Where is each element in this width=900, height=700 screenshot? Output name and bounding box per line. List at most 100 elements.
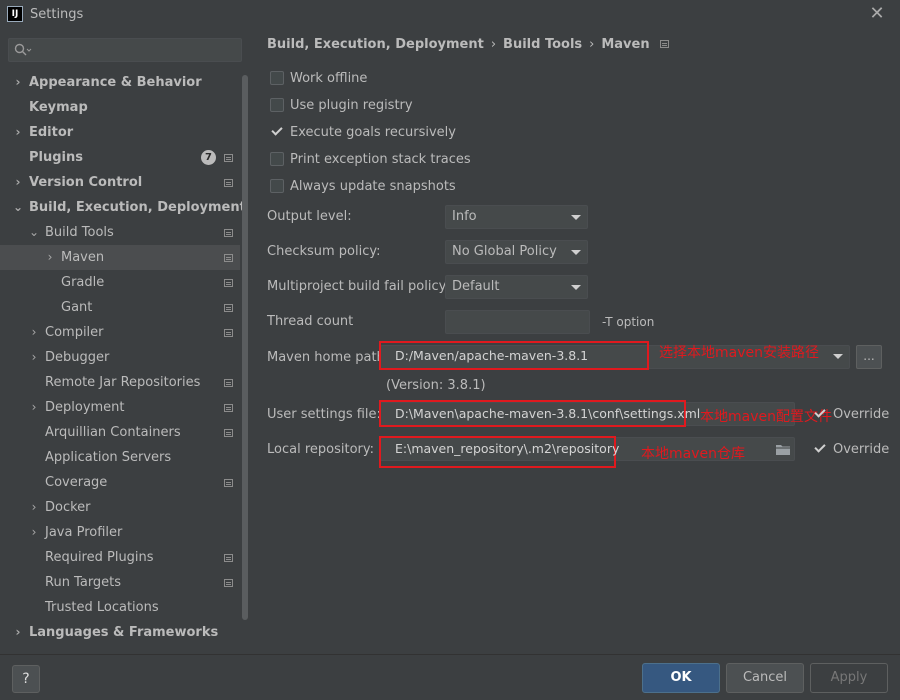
- chevron-right-icon: ›: [31, 350, 37, 364]
- chevron-right-icon: ›: [31, 400, 37, 414]
- chevron-right-icon: ›: [31, 500, 37, 514]
- sidebar-item-required-plugins[interactable]: Required Plugins: [0, 545, 240, 570]
- chevron-down-icon: [571, 215, 581, 220]
- annotation-local-repo: 本地maven仓库: [641, 446, 745, 462]
- user-settings-label: User settings file:: [267, 407, 381, 422]
- local-repo-override-checkbox[interactable]: [813, 442, 827, 456]
- sidebar-item-languages-frameworks[interactable]: › Languages & Frameworks: [0, 620, 240, 645]
- sidebar-item-trusted-locations[interactable]: Trusted Locations: [0, 595, 240, 620]
- chevron-down-icon: ⌄: [12, 200, 24, 214]
- output-level-label: Output level:: [267, 209, 352, 224]
- project-config-icon: [224, 254, 233, 262]
- sidebar-item-coverage[interactable]: Coverage: [0, 470, 240, 495]
- sidebar-item-editor[interactable]: › Editor: [0, 120, 240, 145]
- sidebar-item-deployment[interactable]: › Deployment: [0, 395, 240, 420]
- maven-home-dropdown[interactable]: [826, 345, 850, 369]
- sidebar-item-docker[interactable]: › Docker: [0, 495, 240, 520]
- chevron-right-icon: ›: [15, 175, 21, 189]
- sidebar-item-gant[interactable]: Gant: [0, 295, 240, 320]
- project-config-icon: [224, 179, 233, 187]
- apply-button[interactable]: Apply: [810, 663, 888, 693]
- folder-icon[interactable]: [775, 443, 791, 456]
- output-level-select[interactable]: Info: [445, 205, 588, 229]
- sidebar-item-maven[interactable]: › Maven: [0, 245, 240, 270]
- multiproject-fail-policy-label: Multiproject build fail policy:: [267, 279, 450, 294]
- maven-settings-panel: Build, Execution, Deployment › Build Tools…: [250, 30, 900, 654]
- breadcrumb-item: Build Tools: [503, 37, 583, 52]
- dialog-footer: ? OK Cancel Apply: [0, 654, 900, 700]
- work-offline-checkbox[interactable]: [270, 71, 284, 85]
- chevron-right-icon: ›: [47, 250, 53, 264]
- intellij-logo-icon: IJ: [7, 6, 23, 22]
- sidebar-item-remote-jar-repositories[interactable]: Remote Jar Repositories: [0, 370, 240, 395]
- project-config-icon: [659, 40, 669, 48]
- thread-count-input[interactable]: [445, 310, 590, 334]
- project-config-icon: [224, 154, 233, 162]
- project-config-icon: [224, 279, 233, 287]
- sidebar-item-build-execution-deployment[interactable]: ⌄ Build, Execution, Deployment: [0, 195, 246, 220]
- chevron-down-icon: [833, 354, 843, 359]
- checksum-policy-select[interactable]: No Global Policy: [445, 240, 588, 264]
- project-config-icon: [224, 554, 233, 562]
- sidebar-item-arquillian-containers[interactable]: Arquillian Containers: [0, 420, 240, 445]
- sidebar-item-gradle[interactable]: Gradle: [0, 270, 240, 295]
- execute-goals-recursively-checkbox[interactable]: [270, 125, 284, 139]
- title-bar: IJ Settings ✕: [0, 0, 900, 30]
- project-config-icon: [224, 429, 233, 437]
- chevron-right-icon: ›: [31, 325, 37, 339]
- chevron-down-icon: ⌄: [28, 225, 40, 239]
- breadcrumb: Build, Execution, Deployment › Build Tools…: [267, 37, 669, 52]
- sidebar-item-java-profiler[interactable]: › Java Profiler: [0, 520, 240, 545]
- maven-home-label: Maven home path:: [267, 350, 390, 365]
- local-repo-label: Local repository:: [267, 442, 374, 457]
- sidebar-item-build-tools[interactable]: ⌄ Build Tools: [0, 220, 240, 245]
- chevron-right-icon: ›: [15, 625, 21, 639]
- chevron-right-icon: ›: [15, 75, 21, 89]
- multiproject-fail-policy-select[interactable]: Default: [445, 275, 588, 299]
- help-button[interactable]: ?: [12, 665, 40, 693]
- sidebar-item-version-control[interactable]: › Version Control: [0, 170, 240, 195]
- sidebar-item-run-targets[interactable]: Run Targets: [0, 570, 240, 595]
- maven-home-value: D:/Maven/apache-maven-3.8.1: [395, 348, 589, 363]
- user-settings-value: D:\Maven\apache-maven-3.8.1\conf\setting…: [395, 406, 701, 421]
- project-config-icon: [224, 379, 233, 387]
- sidebar-item-keymap[interactable]: Keymap: [0, 95, 240, 120]
- project-config-icon: [224, 329, 233, 337]
- project-config-icon: [224, 404, 233, 412]
- maven-version-text: (Version: 3.8.1): [386, 378, 486, 393]
- chevron-right-icon: ›: [31, 525, 37, 539]
- use-plugin-registry-checkbox[interactable]: [270, 98, 284, 112]
- ok-button[interactable]: OK: [642, 663, 720, 693]
- annotation-maven-home: 选择本地maven安装路径: [659, 345, 819, 361]
- breadcrumb-separator: ›: [490, 37, 497, 52]
- chevron-down-icon: [571, 250, 581, 255]
- user-settings-override-checkbox[interactable]: [813, 407, 827, 421]
- close-icon[interactable]: ✕: [866, 3, 888, 25]
- sidebar-item-application-servers[interactable]: Application Servers: [0, 445, 240, 470]
- project-config-icon: [224, 304, 233, 312]
- local-repo-value: E:\maven_repository\.m2\repository: [395, 441, 620, 456]
- maven-home-browse-button[interactable]: ...: [856, 345, 882, 369]
- thread-count-hint: -T option: [602, 315, 655, 329]
- sidebar-item-appearance[interactable]: › Appearance & Behavior: [0, 70, 240, 95]
- sidebar-item-plugins[interactable]: Plugins 7: [0, 145, 240, 170]
- project-config-icon: [224, 229, 233, 237]
- print-exception-stack-traces-checkbox[interactable]: [270, 152, 284, 166]
- sidebar-item-compiler[interactable]: › Compiler: [0, 320, 240, 345]
- window-title: Settings: [30, 7, 84, 22]
- project-config-icon: [224, 579, 233, 587]
- breadcrumb-item: Build, Execution, Deployment: [267, 37, 484, 52]
- search-input[interactable]: [8, 38, 242, 62]
- project-config-icon: [224, 479, 233, 487]
- thread-count-label: Thread count: [267, 314, 354, 329]
- breadcrumb-separator: ›: [589, 37, 595, 52]
- chevron-right-icon: ›: [15, 125, 21, 139]
- settings-sidebar: › Appearance & Behavior Keymap › Editor …: [0, 30, 250, 654]
- checksum-policy-label: Checksum policy:: [267, 244, 381, 259]
- search-icon: [14, 43, 32, 56]
- sidebar-scrollbar[interactable]: [242, 75, 248, 620]
- sidebar-item-debugger[interactable]: › Debugger: [0, 345, 240, 370]
- plugins-update-badge: 7: [201, 150, 216, 165]
- always-update-snapshots-checkbox[interactable]: [270, 179, 284, 193]
- cancel-button[interactable]: Cancel: [726, 663, 804, 693]
